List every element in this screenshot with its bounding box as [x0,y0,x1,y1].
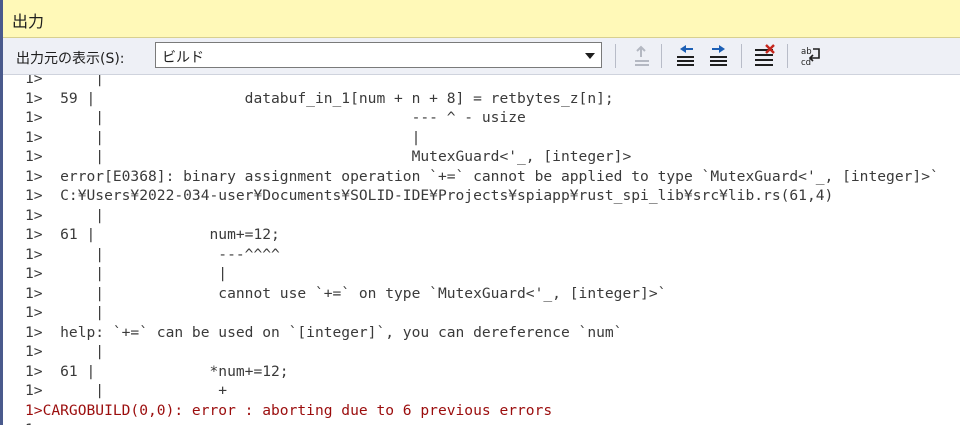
svg-text:ab: ab [801,47,812,57]
output-line: 1> 61 | *num+=12; [25,362,289,380]
output-line: 1> | ---^^^^ [25,245,280,263]
goto-current-line-icon [635,45,649,66]
output-line: 1> | --- ^ - usize [25,109,526,126]
output-toolbar: 出力元の表示(S): ビルド ab cd [3,38,960,75]
output-line: 1> | [25,75,105,87]
toolbar-separator [661,44,662,68]
toolbar-separator [787,44,788,68]
toolbar-separator [741,44,742,68]
next-message-icon [710,45,727,66]
output-line: 1> | | [25,128,421,146]
output-line: 1> | [25,206,105,224]
next-message-button[interactable] [706,43,732,69]
panel-title-bar[interactable]: 出力 [3,0,960,38]
svg-text:cd: cd [801,58,811,68]
output-line: 1> ... [25,420,87,425]
chevron-down-icon [585,53,595,59]
clear-all-icon [755,44,775,66]
toolbar-separator [615,44,616,68]
output-window: 出力 出力元の表示(S): ビルド ab cd 1> | 1> 59 | dat… [0,0,960,425]
output-source-label: 出力元の表示(S): [16,51,125,67]
output-error-line: 1>CARGOBUILD(0,0): error : aborting due … [25,401,553,419]
output-line: 1> C:¥Users¥2022-034-user¥Documents¥SOLI… [25,187,834,204]
previous-message-button[interactable] [673,43,699,69]
output-line: 1> | | [25,265,228,282]
previous-message-icon [677,45,694,66]
output-line: 1> 61 | num+=12; [25,226,280,243]
output-line: 1> 59 | databuf_in_1[num + n + 8] = retb… [25,89,614,107]
panel-title: 出力 [12,12,45,31]
output-line: 1> | MutexGuard<'_, [integer]> [25,148,632,165]
output-line: 1> | [25,343,105,360]
output-line: 1> | + [25,382,228,399]
clear-all-button[interactable] [752,43,778,69]
output-line: 1> | [25,304,105,321]
output-line: 1> error[E0368]: binary assignment opera… [25,167,939,185]
toggle-word-wrap-icon: ab cd [801,47,820,68]
output-line: 1> help: `+=` can be used on `[integer]`… [25,323,623,341]
output-source-dropdown[interactable]: ビルド [155,42,602,68]
goto-current-line-button[interactable] [629,43,655,69]
toggle-word-wrap-button[interactable]: ab cd [798,43,824,69]
output-line: 1> | cannot use `+=` on type `MutexGuard… [25,284,667,302]
output-text-area[interactable]: 1> | 1> 59 | databuf_in_1[num + n + 8] = … [3,75,960,425]
output-source-value: ビルド [162,50,204,66]
